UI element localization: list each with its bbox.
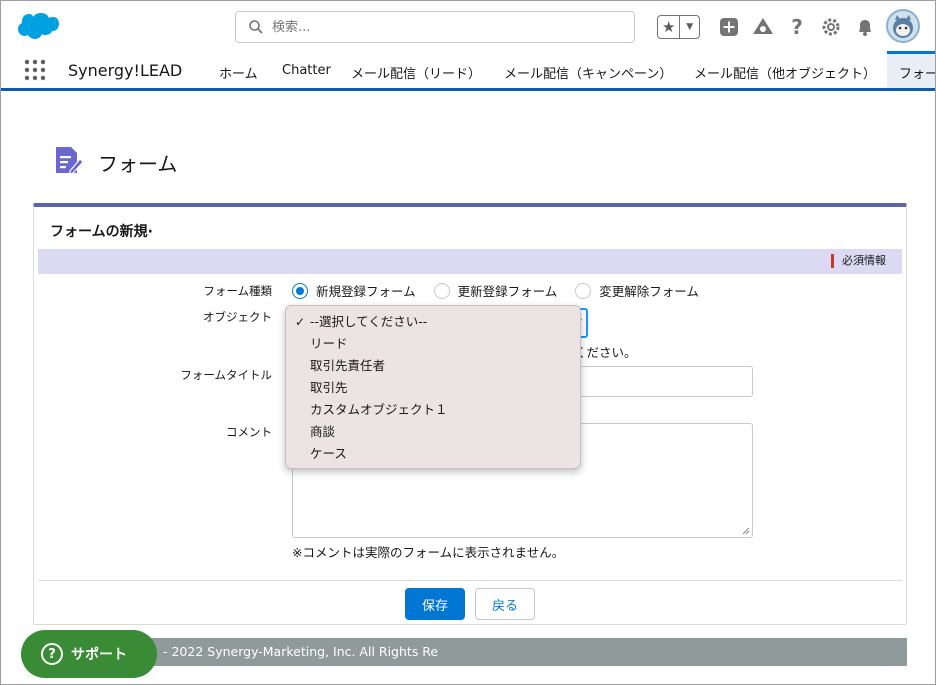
page-title: フォーム [98, 152, 178, 176]
object-label: オブジェクト [203, 310, 272, 324]
dropdown-option[interactable]: カスタムオブジェクト１ [286, 399, 580, 421]
nav-item-home[interactable]: ホーム [219, 63, 258, 82]
resize-handle-icon[interactable] [742, 527, 750, 535]
app-launcher-icon[interactable] [24, 59, 46, 81]
settings-icon[interactable] [820, 16, 842, 38]
chevron-down-icon[interactable]: ▼ [680, 16, 699, 38]
search-input[interactable] [272, 19, 612, 35]
comment-label: コメント [226, 425, 272, 439]
dropdown-option[interactable]: ケース [286, 443, 580, 465]
support-button[interactable]: ? サポート [21, 630, 157, 678]
radio-new-registration[interactable] [292, 282, 308, 299]
app-window: ★ ▼ ? [0, 0, 936, 685]
nav-item-mail-campaign[interactable]: メール配信（キャンペーン） [504, 63, 672, 82]
radio-label-update-registration[interactable]: 更新登録フォーム [458, 281, 558, 300]
required-info-bar: 必須情報 [38, 249, 902, 274]
checkmark-icon: ✓ [295, 315, 306, 329]
app-name: Synergy!LEAD [68, 61, 183, 80]
user-avatar[interactable] [886, 9, 920, 43]
help-circle-icon: ? [41, 643, 63, 665]
nav-item-chatter[interactable]: Chatter [282, 63, 331, 78]
dropdown-option[interactable]: ✓ --選択してください-- [286, 311, 580, 333]
trailhead-icon[interactable] [752, 16, 774, 38]
star-icon[interactable]: ★ [658, 16, 681, 38]
favorites-button[interactable]: ★ ▼ [657, 15, 700, 39]
dropdown-option[interactable]: 商談 [286, 421, 580, 443]
form-type-radio-group: 新規登録フォーム 更新登録フォーム 変更解除フォーム [292, 281, 717, 300]
header-tools: ★ ▼ ? [657, 13, 882, 41]
object-dropdown-list: ✓ --選択してください-- リード 取引先責任者 取引先 カスタムオブジェクト… [285, 305, 581, 469]
card-title: フォームの新規· [50, 224, 153, 240]
comment-note: ※コメントは実際のフォームに表示されません。 [292, 545, 565, 560]
search-icon [249, 20, 263, 34]
form-title-label: フォームタイトル [180, 368, 272, 382]
save-button[interactable]: 保存 [405, 588, 465, 620]
card-footer-divider [38, 580, 902, 581]
dropdown-option[interactable]: リード [286, 333, 580, 355]
global-search[interactable] [235, 11, 635, 43]
support-label: サポート [71, 647, 127, 663]
back-button[interactable]: 戻る [475, 588, 535, 620]
global-header: ★ ▼ ? [1, 1, 935, 51]
radio-change-cancel[interactable] [575, 282, 592, 299]
add-icon[interactable] [718, 16, 740, 38]
dropdown-option[interactable]: 取引先責任者 [286, 355, 580, 377]
form-type-label: フォーム種類 [203, 284, 272, 298]
help-icon[interactable]: ? [786, 15, 808, 39]
copyright-footer: - 2022 Synergy-Marketing, Inc. All Right… [33, 638, 907, 666]
nav-item-form-active[interactable]: フォー [887, 51, 935, 88]
nav-item-mail-other-object[interactable]: メール配信（他オブジェクト） [694, 63, 876, 82]
nav-item-mail-lead[interactable]: メール配信（リード） [351, 63, 481, 82]
radio-label-new-registration[interactable]: 新規登録フォーム [316, 281, 416, 300]
app-nav-bar: Synergy!LEAD ホーム Chatter メール配信（リード） メール配… [1, 51, 935, 91]
form-page-icon [56, 147, 83, 175]
required-info-label: 必須情報 [831, 254, 886, 268]
notifications-bell-icon[interactable] [854, 16, 876, 38]
salesforce-cloud-icon[interactable] [15, 11, 59, 43]
object-hint-text: ください。 [574, 345, 637, 360]
radio-label-change-cancel[interactable]: 変更解除フォーム [599, 281, 699, 300]
radio-update-registration[interactable] [433, 282, 450, 299]
dropdown-option[interactable]: 取引先 [286, 377, 580, 399]
copyright-text: - 2022 Synergy-Marketing, Inc. All Right… [163, 644, 439, 659]
